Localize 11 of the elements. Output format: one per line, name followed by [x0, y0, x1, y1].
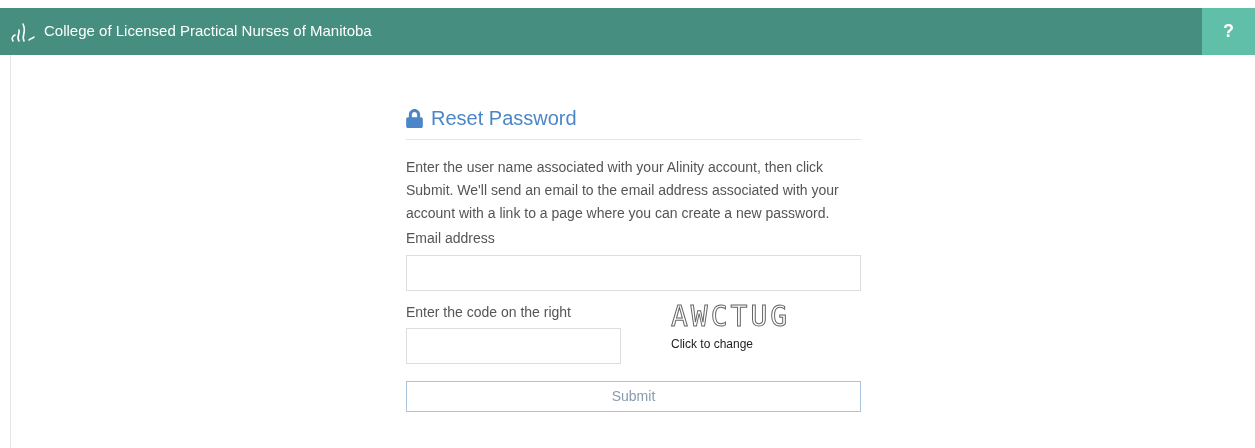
- email-field[interactable]: [406, 255, 861, 291]
- page-title: Reset Password: [431, 106, 577, 131]
- instructions-text: Enter the user name associated with your Alinity account, then click Submit. We'll send an email to the email address associated with your account with a link to a page where you can create a new password.: [406, 158, 840, 223]
- lock-icon: [406, 108, 423, 128]
- captcha-image[interactable]: AWCTUG: [671, 303, 791, 331]
- flame-logo-icon: [10, 20, 36, 43]
- organization-name: College of Licensed Practical Nurses of Manitoba: [44, 21, 372, 42]
- email-label: Email address: [406, 229, 496, 248]
- code-label: Enter the code on the right: [406, 303, 572, 322]
- change-captcha-link[interactable]: Click to change: [671, 335, 791, 353]
- code-field[interactable]: [406, 328, 621, 364]
